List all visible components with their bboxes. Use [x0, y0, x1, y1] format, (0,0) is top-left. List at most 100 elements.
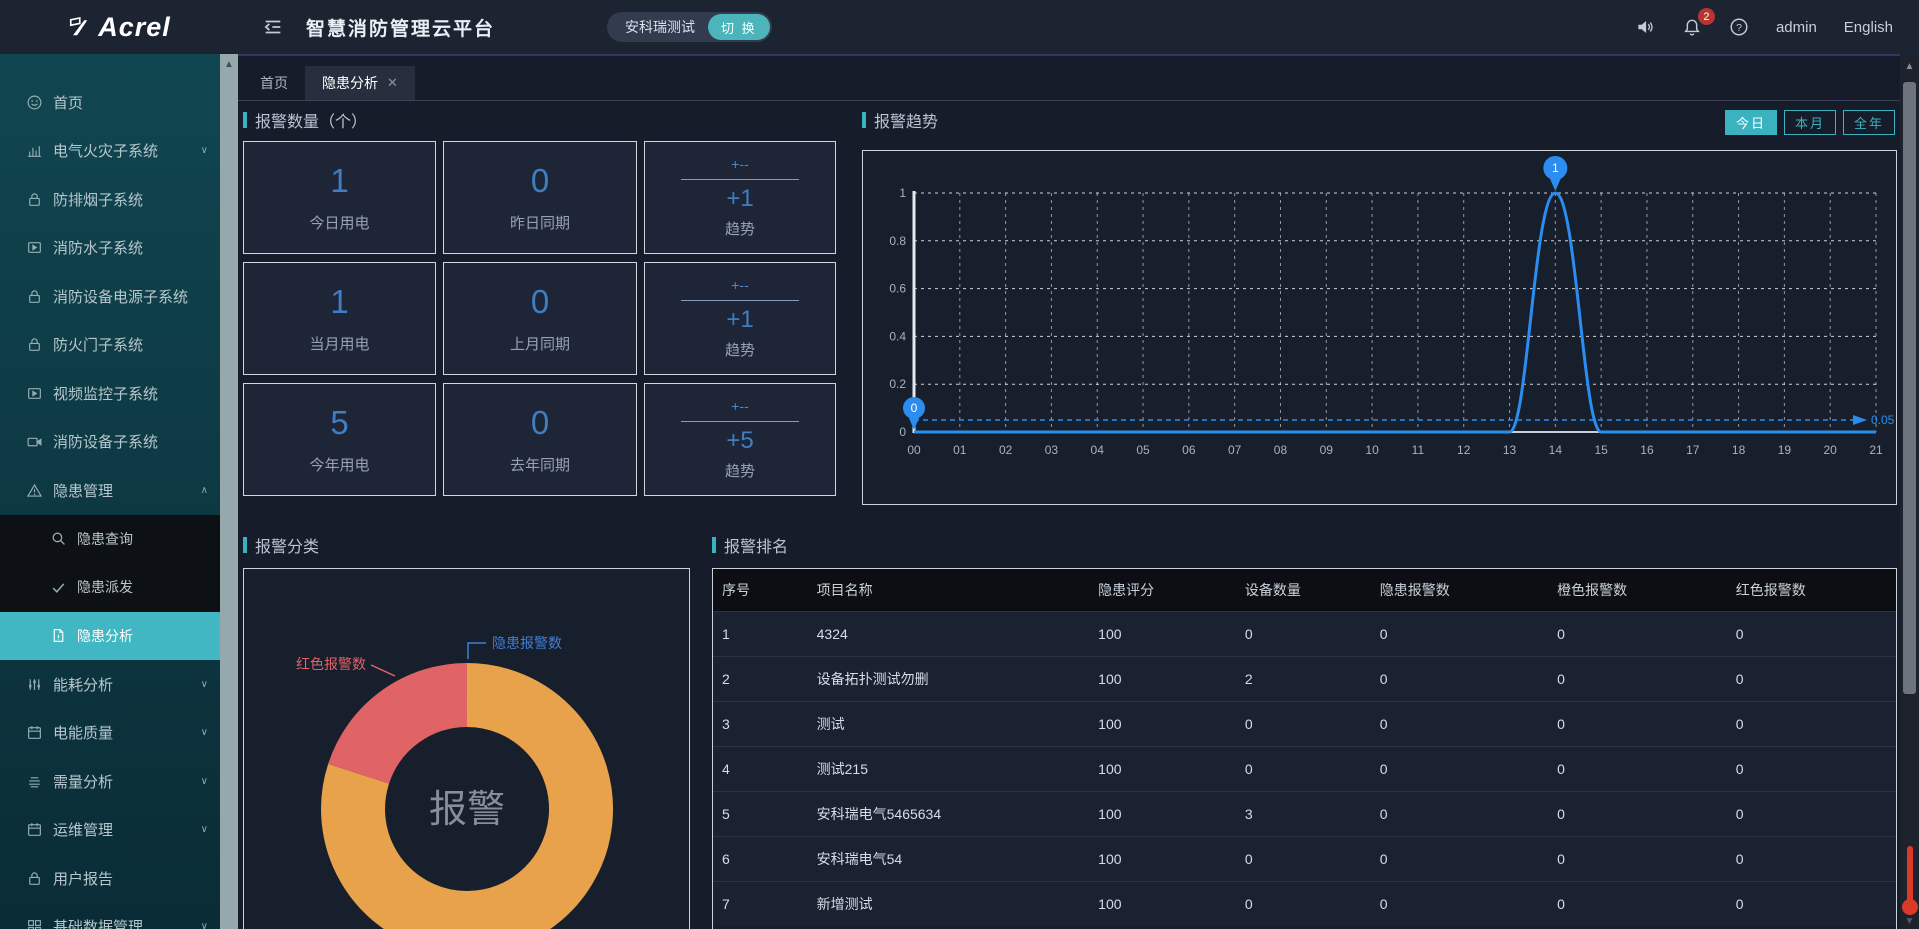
table-cell: 0	[1236, 896, 1371, 912]
help-icon[interactable]: ?	[1729, 17, 1749, 37]
user-menu[interactable]: admin	[1776, 19, 1817, 36]
tab-label: 首页	[260, 73, 288, 93]
menu-collapse-icon[interactable]	[262, 16, 284, 38]
stat-label: 昨日同期	[510, 212, 570, 233]
sidebar-item-消防水子系统[interactable]: 消防水子系统	[0, 224, 220, 273]
sidebar-item-视频监控子系统[interactable]: 视频监控子系统	[0, 369, 220, 418]
table-row[interactable]: 143241000000	[713, 611, 1896, 656]
svg-text:09: 09	[1320, 443, 1334, 457]
table-row[interactable]: 6安科瑞电气541000000	[713, 836, 1896, 881]
table-cell: 设备拓扑测试勿删	[808, 669, 1090, 689]
sidebar-item-label: 首页	[53, 92, 83, 113]
sidebar-item-消防设备电源子系统[interactable]: 消防设备电源子系统	[0, 272, 220, 321]
range-button-今日[interactable]: 今日	[1725, 110, 1777, 135]
tab-隐患分析[interactable]: 隐患分析 ✕	[305, 66, 415, 100]
trend-label: 趋势	[725, 339, 755, 360]
svg-text:03: 03	[1045, 443, 1059, 457]
sidebar-item-防火门子系统[interactable]: 防火门子系统	[0, 321, 220, 370]
bell-icon[interactable]: 2	[1682, 17, 1702, 37]
table-cell: 0	[1371, 896, 1548, 912]
table-cell: 0	[1371, 626, 1548, 642]
close-icon[interactable]: ✕	[387, 75, 398, 91]
trend-top-value: +--	[731, 398, 749, 414]
svg-text:0.6: 0.6	[889, 282, 906, 296]
tab-首页[interactable]: 首页	[243, 66, 305, 100]
table-cell: 7	[713, 896, 808, 912]
sidebar-item-隐患派发[interactable]: 隐患派发	[0, 563, 220, 612]
scroll-up-icon[interactable]: ▲	[1900, 61, 1919, 72]
table-cell: 0	[1371, 851, 1548, 867]
svg-text:0.2: 0.2	[889, 377, 906, 391]
table-cell: 0	[1548, 806, 1727, 822]
sidebar-item-消防设备子系统[interactable]: 消防设备子系统	[0, 418, 220, 467]
sidebar-item-运维管理[interactable]: 运维管理∨	[0, 806, 220, 855]
alarm-category-chart-panel: 报警隐患报警数红色报警数橙色报警数	[243, 568, 690, 929]
table-cell: 0	[1548, 851, 1727, 867]
table-row[interactable]: 5安科瑞电气54656341003000	[713, 791, 1896, 836]
lock-icon	[26, 288, 43, 305]
tab-bar: 首页 隐患分析 ✕	[238, 56, 1900, 101]
switch-tenant-button[interactable]: 切 换	[708, 14, 770, 40]
video-icon	[26, 239, 43, 256]
table-header-cell: 隐患评分	[1089, 580, 1236, 600]
sidebar-item-label: 用户报告	[53, 868, 113, 889]
chevron-up-icon: ∧	[201, 485, 208, 496]
range-button-全年[interactable]: 全年	[1843, 110, 1895, 135]
stat-value: 1	[330, 283, 348, 321]
stat-card: 1今日用电	[243, 141, 436, 254]
sidebar-item-电能质量[interactable]: 电能质量∨	[0, 709, 220, 758]
lock-icon	[26, 191, 43, 208]
table-cell: 3	[713, 716, 808, 732]
sidebar: 首页电气火灾子系统∨防排烟子系统消防水子系统消防设备电源子系统防火门子系统视频监…	[0, 54, 220, 929]
table-header: 序号项目名称隐患评分设备数量隐患报警数橙色报警数红色报警数	[713, 569, 1896, 611]
svg-text:07: 07	[1228, 443, 1242, 457]
page-scrollbar[interactable]: ▲ ▼	[1900, 54, 1919, 929]
table-cell: 0	[1727, 806, 1896, 822]
table-cell: 0	[1236, 761, 1371, 777]
table-cell: 0	[1727, 851, 1896, 867]
calendar-icon	[26, 821, 43, 838]
table-row[interactable]: 2设备拓扑测试勿删1002000	[713, 656, 1896, 701]
svg-text:05: 05	[1136, 443, 1150, 457]
scroll-position-pin	[1907, 846, 1913, 902]
sidebar-item-label: 隐患分析	[77, 626, 133, 646]
svg-text:11: 11	[1412, 443, 1425, 457]
sidebar-item-防排烟子系统[interactable]: 防排烟子系统	[0, 175, 220, 224]
language-switch[interactable]: English	[1844, 19, 1893, 36]
sidebar-item-label: 隐患管理	[53, 480, 113, 501]
table-cell: 0	[1727, 761, 1896, 777]
sidebar-item-隐患分析[interactable]: 隐患分析	[0, 612, 220, 661]
table-cell: 0	[1548, 761, 1727, 777]
tab-label: 隐患分析	[322, 73, 378, 93]
sliders-icon	[26, 676, 43, 693]
sidebar-item-需量分析[interactable]: 需量分析∨	[0, 757, 220, 806]
scrollbar-thumb[interactable]	[1903, 82, 1916, 694]
sidebar-item-隐患管理[interactable]: 隐患管理 ∧	[0, 466, 220, 515]
lock-icon	[26, 336, 43, 353]
table-row[interactable]: 7新增测试1000000	[713, 881, 1896, 926]
sidebar-item-能耗分析[interactable]: 能耗分析∨	[0, 660, 220, 709]
table-row[interactable]: 4测试2151000000	[713, 746, 1896, 791]
grid-icon	[26, 918, 43, 929]
stat-label: 去年同期	[510, 454, 570, 475]
sidebar-item-隐患查询[interactable]: 隐患查询	[0, 515, 220, 564]
sidebar-item-用户报告[interactable]: 用户报告	[0, 854, 220, 903]
brand-logo: Acrel	[0, 0, 238, 54]
scroll-up-icon[interactable]: ▲	[220, 54, 238, 70]
table-cell: 0	[1727, 716, 1896, 732]
scroll-down-icon[interactable]: ▼	[1900, 916, 1919, 927]
sidebar-scrollbar[interactable]: ▲	[220, 54, 238, 929]
table-row[interactable]: 3测试1000000	[713, 701, 1896, 746]
table-cell: 1	[713, 626, 808, 642]
svg-text:12: 12	[1457, 443, 1471, 457]
warning-icon	[26, 482, 43, 499]
range-button-本月[interactable]: 本月	[1784, 110, 1836, 135]
speaker-icon[interactable]	[1635, 17, 1655, 37]
trend-card: +--+5趋势	[644, 383, 836, 496]
sidebar-item-基础数据管理[interactable]: 基础数据管理∨	[0, 903, 220, 929]
sidebar-item-首页[interactable]: 首页	[0, 78, 220, 127]
sidebar-item-电气火灾子系统[interactable]: 电气火灾子系统∨	[0, 127, 220, 176]
svg-text:19: 19	[1778, 443, 1792, 457]
table-header-cell: 序号	[713, 580, 808, 600]
sidebar-submenu: 隐患查询隐患派发隐患分析	[0, 515, 220, 661]
